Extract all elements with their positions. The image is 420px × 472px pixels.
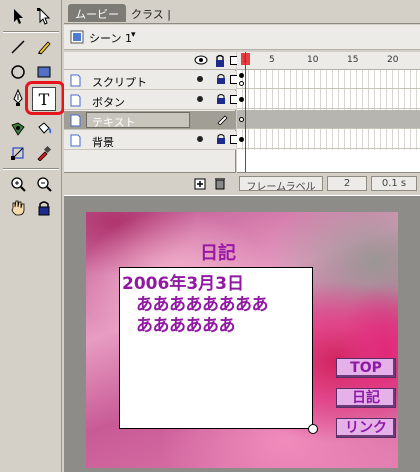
time-field: 0.1 s [371, 176, 417, 191]
playhead-handle[interactable] [241, 53, 250, 65]
oval-tool-icon[interactable] [6, 60, 30, 84]
ruler-number: 5 [269, 55, 275, 65]
link-button[interactable]: リンク [336, 418, 396, 438]
frame-number-field: 2 [327, 176, 367, 191]
keyframe[interactable] [239, 97, 244, 102]
diary-button[interactable]: 日記 [336, 388, 396, 408]
layer-name: ボタン [92, 96, 125, 109]
keyframe[interactable] [239, 81, 244, 86]
layer-icon [70, 94, 81, 107]
layer-panel: スクリプト ボタン テキスト 背景 [64, 52, 238, 192]
tab-movie[interactable]: ムービー [68, 4, 126, 22]
layer-row-background[interactable]: 背景 [64, 131, 238, 150]
layer-icon [70, 114, 81, 127]
zoom-in-icon[interactable] [6, 172, 30, 196]
resize-handle[interactable] [308, 424, 318, 434]
layer-row-text[interactable]: テキスト [64, 111, 236, 130]
paint-bucket-tool-icon[interactable] [32, 117, 56, 141]
timeline-frames[interactable]: 1 5 10 15 20 フレームラベル 2 0.1 s [237, 52, 420, 192]
trash-icon[interactable] [214, 176, 226, 190]
text-line: ああああああ [136, 316, 236, 336]
frame-footer: フレームラベル 2 0.1 s [237, 172, 420, 192]
ruler-number: 20 [387, 55, 399, 65]
lock-icon[interactable] [32, 196, 56, 220]
keyframe[interactable] [239, 73, 244, 78]
scene-label[interactable]: シーン 1 [89, 30, 132, 46]
transform-tool-icon[interactable] [6, 141, 30, 165]
top-button[interactable]: TOP [336, 358, 396, 378]
pencil-tool-icon[interactable] [32, 35, 56, 59]
keyframe[interactable] [239, 137, 244, 142]
frame-row[interactable] [237, 90, 420, 109]
eyedropper-tool-icon[interactable] [32, 141, 56, 165]
hand-tool-icon[interactable] [6, 196, 30, 220]
frame-row[interactable] [237, 70, 420, 89]
text-field-box[interactable]: 2006年3月3日 ああああああああ ああああああ [119, 267, 313, 429]
tab-class[interactable]: クラス | [124, 4, 178, 22]
stage-canvas[interactable]: 日記 2006年3月3日 ああああああああ ああああああ TOP 日記 リンク [86, 212, 398, 468]
lock-icon[interactable] [216, 133, 226, 145]
lock-icon[interactable] [216, 73, 226, 85]
scene-bar: シーン 1 ▾ [64, 25, 420, 50]
layer-icon [70, 74, 81, 87]
ruler-number: 10 [307, 55, 319, 65]
layer-icon [70, 134, 81, 147]
playhead[interactable] [245, 52, 246, 172]
layer-footer [64, 172, 236, 192]
arrow-tool-icon[interactable] [6, 4, 30, 28]
layer-row-button[interactable]: ボタン [64, 91, 238, 110]
text-tool-highlight [25, 81, 65, 115]
ruler-number: 15 [347, 55, 359, 65]
keyframe[interactable] [239, 117, 244, 122]
layer-name: 背景 [92, 136, 114, 149]
ink-bottle-tool-icon[interactable] [6, 117, 30, 141]
timeline-tabs: ムービー クラス | [64, 0, 420, 24]
scene-icon [70, 30, 84, 44]
lock-icon[interactable] [216, 93, 226, 105]
add-layer-icon[interactable] [194, 177, 208, 190]
layer-row-script[interactable]: スクリプト [64, 71, 238, 90]
stage-area: 日記 2006年3月3日 ああああああああ ああああああ TOP 日記 リンク [64, 195, 420, 472]
pencil-icon [217, 115, 228, 125]
frame-ruler[interactable]: 1 5 10 15 20 [237, 52, 420, 70]
visibility-dot[interactable] [197, 136, 203, 142]
tools-panel: T [0, 0, 65, 472]
line-tool-icon[interactable] [6, 35, 30, 59]
zoom-out-icon[interactable] [32, 172, 56, 196]
frame-row[interactable] [237, 130, 420, 149]
visibility-dot[interactable] [197, 76, 203, 82]
chevron-down-icon[interactable]: ▾ [131, 30, 136, 40]
visibility-dot[interactable] [197, 96, 203, 102]
layer-name: テキスト [92, 116, 136, 129]
lock-icon[interactable] [214, 54, 226, 68]
frame-grid[interactable] [237, 70, 420, 150]
stage-title: 日記 [200, 243, 236, 264]
layer-header [64, 52, 238, 70]
eye-icon[interactable] [194, 54, 208, 66]
layer-name: スクリプト [92, 76, 147, 89]
subselect-tool-icon[interactable] [32, 4, 56, 28]
frame-row[interactable] [237, 110, 420, 129]
frame-label-field: フレームラベル [239, 176, 323, 192]
